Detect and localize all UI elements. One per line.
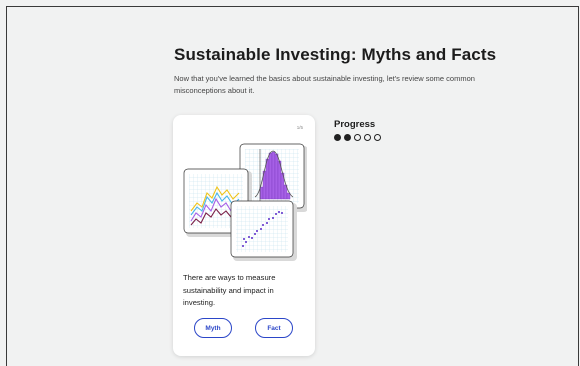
intro-text: Now that you've learned the basics about… bbox=[174, 74, 475, 95]
page-title: Sustainable Investing: Myths and Facts bbox=[174, 45, 497, 64]
progress-dot bbox=[354, 134, 361, 141]
fact-button[interactable]: Fact bbox=[255, 318, 293, 338]
progress-dot bbox=[334, 134, 341, 141]
card-page-indicator: 1/5 bbox=[296, 125, 303, 130]
myth-button[interactable]: Myth bbox=[194, 318, 232, 338]
charts-illustration bbox=[183, 143, 307, 261]
app-window: Sustainable Investing: Myths and Facts N… bbox=[6, 6, 579, 366]
progress-dot bbox=[344, 134, 351, 141]
statement-text: There are ways to measure sustainability… bbox=[183, 273, 276, 307]
progress-dot bbox=[374, 134, 381, 141]
progress-dot bbox=[364, 134, 371, 141]
question-card: 1/5 There are ways to measure sustainabi… bbox=[173, 115, 315, 356]
scatter-chart-card bbox=[230, 200, 297, 261]
progress-label: Progress bbox=[334, 119, 376, 130]
progress-dots bbox=[334, 134, 381, 141]
